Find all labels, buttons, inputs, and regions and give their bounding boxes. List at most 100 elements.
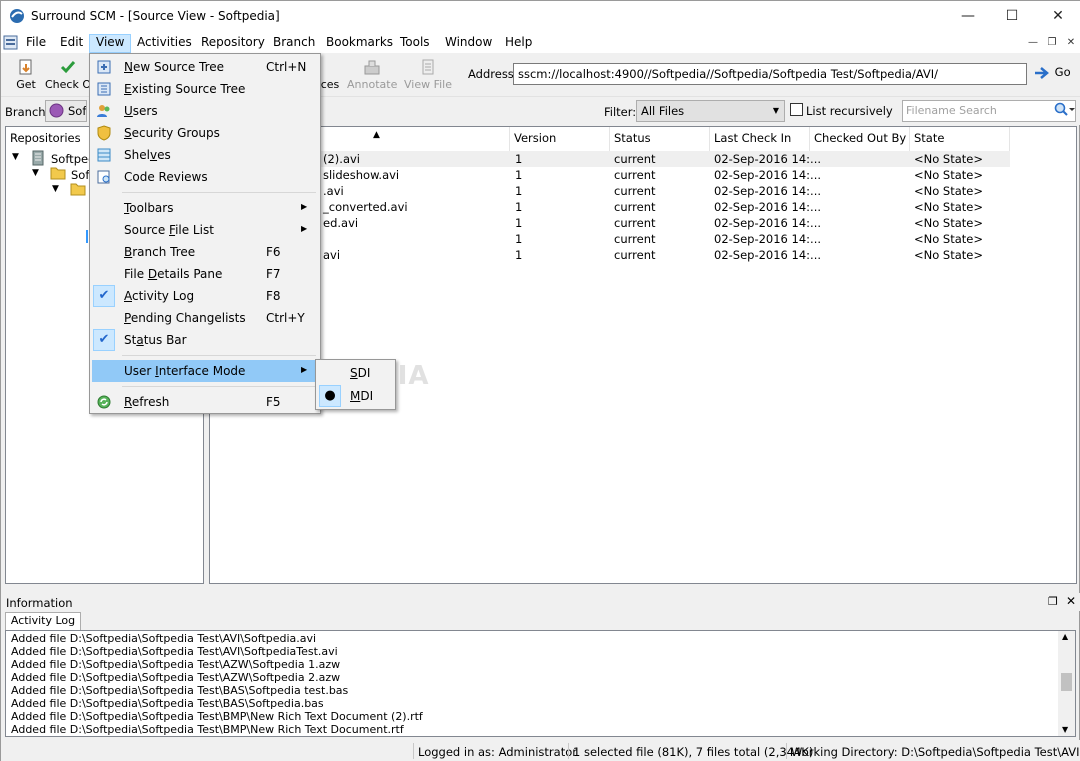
menu-activities[interactable]: Activities — [131, 34, 198, 53]
menu-separator — [122, 192, 316, 193]
filename-search-input[interactable]: Filename Search — [902, 100, 1076, 122]
menu-item-code-reviews[interactable]: Code Reviews — [92, 166, 318, 188]
menu-item-security-groups[interactable]: Security Groups — [92, 122, 318, 144]
menu-item-shelves[interactable]: Shelves — [92, 144, 318, 166]
menu-item-mdi[interactable]: ● MDI — [318, 385, 394, 407]
scrollbar-thumb[interactable] — [1061, 673, 1072, 691]
view-menu-dropdown: New Source Tree Ctrl+N Existing Source Tr… — [89, 53, 321, 414]
menu-separator — [122, 355, 316, 356]
address-input[interactable]: sscm://localhost:4900//Softpedia//Softpe… — [513, 63, 1027, 85]
chevron-down-icon: ▼ — [772, 106, 779, 115]
cell-state: <No State> — [914, 248, 984, 262]
scroll-up-icon[interactable]: ▲ — [1062, 632, 1068, 641]
scroll-down-icon[interactable]: ▼ — [1062, 725, 1068, 734]
menu-item-status-bar[interactable]: ✔ Status Bar — [92, 329, 318, 351]
menu-item-user-interface-mode[interactable]: User Interface Mode ▶ — [92, 360, 318, 382]
menu-item-refresh[interactable]: Refresh F5 — [92, 391, 318, 413]
get-button[interactable]: Get — [11, 56, 41, 94]
restore-pane-icon[interactable]: ❐ — [1048, 595, 1058, 608]
list-recursively-checkbox[interactable] — [790, 103, 803, 116]
menu-item-file-details-pane[interactable]: File Details Pane F7 — [92, 263, 318, 285]
menu-item-users[interactable]: Users — [92, 100, 318, 122]
branch-selector[interactable]: Soft — [45, 100, 87, 122]
table-row[interactable]: _converted.avi 1 current 02-Sep-2016 14:...… — [210, 199, 1010, 215]
menu-repository[interactable]: Repository — [195, 34, 271, 53]
expand-icon[interactable]: ▼ — [52, 184, 59, 194]
menu-bar: File Edit View Activities Repository Bra… — [1, 32, 1080, 53]
get-icon — [19, 59, 32, 75]
cell-status: current — [614, 200, 656, 214]
branch-icon — [49, 103, 64, 118]
menu-item-pending-changelists[interactable]: Pending Changelists Ctrl+Y — [92, 307, 318, 329]
view-file-icon — [422, 59, 434, 75]
file-list-pane: ▲ Version Status Last Check In Checked O… — [209, 126, 1077, 584]
menu-item-sdi[interactable]: SDI — [318, 362, 394, 384]
menu-tools[interactable]: Tools — [394, 34, 436, 53]
cell-state: <No State> — [914, 184, 984, 198]
menu-item-existing-source-tree[interactable]: Existing Source Tree — [92, 78, 318, 100]
column-header-state[interactable]: State — [910, 127, 1010, 151]
menu-window[interactable]: Window — [439, 34, 498, 53]
table-row[interactable]: slideshow.avi 1 current 02-Sep-2016 14:... <… — [210, 167, 1010, 183]
selection-marker — [86, 230, 88, 243]
column-header-last-check-in[interactable]: Last Check In — [710, 127, 810, 151]
menu-item-new-source-tree[interactable]: New Source Tree Ctrl+N — [92, 56, 318, 78]
mdi-document-icon[interactable] — [3, 35, 18, 50]
checkmark-icon: ✔ — [93, 285, 115, 307]
app-logo-icon — [10, 9, 24, 23]
column-header-version[interactable]: Version — [510, 127, 610, 151]
expand-icon[interactable]: ▼ — [32, 168, 39, 178]
list-recursively-label: List recursively — [806, 104, 893, 118]
menu-help[interactable]: Help — [499, 34, 538, 53]
cell-name: _converted.avi — [323, 200, 408, 214]
tab-activity-log[interactable]: Activity Log — [5, 612, 81, 630]
table-row[interactable]: ed.avi 1 current 02-Sep-2016 14:... <No Stat… — [210, 215, 1010, 231]
go-icon — [1035, 66, 1049, 79]
close-button[interactable]: ✕ — [1035, 1, 1080, 32]
title-bar: Surround SCM - [Source View - Softpedia]… — [1, 1, 1080, 32]
view-file-button[interactable]: View File — [403, 56, 453, 94]
table-row[interactable]: (2).avi 1 current 02-Sep-2016 14:... <No Sta… — [210, 151, 1010, 167]
maximize-button[interactable]: ☐ — [989, 1, 1035, 32]
annotate-button[interactable]: Annotate — [347, 56, 397, 94]
menu-item-source-file-list[interactable]: Source File List ▶ — [92, 219, 318, 241]
menu-branch[interactable]: Branch — [267, 34, 321, 53]
information-title: Information — [6, 596, 73, 610]
column-header-checked-out-by[interactable]: Checked Out By — [810, 127, 910, 151]
mdi-close-button[interactable]: ✕ — [1063, 35, 1079, 50]
log-scrollbar[interactable]: ▲ ▼ — [1058, 631, 1075, 736]
mdi-minimize-button[interactable]: — — [1025, 35, 1041, 50]
shelves-icon — [97, 148, 111, 162]
column-header-status[interactable]: Status — [610, 127, 710, 151]
submenu-arrow-icon: ▶ — [301, 202, 308, 211]
table-row[interactable]: .avi 1 current 02-Sep-2016 14:... <No State> — [210, 183, 1010, 199]
cell-last: 02-Sep-2016 14:... — [714, 248, 822, 262]
go-button[interactable]: Go — [1033, 65, 1071, 80]
menu-item-activity-log[interactable]: ✔ Activity Log F8 — [92, 285, 318, 307]
table-row[interactable]: 1 current 02-Sep-2016 14:... <No State> — [210, 231, 1010, 247]
code-reviews-icon — [97, 170, 110, 184]
cell-version: 1 — [515, 168, 523, 182]
menu-item-toolbars[interactable]: Toolbars ▶ — [92, 197, 318, 219]
status-selection: 1 selected file (81K), 7 files total (2,… — [573, 745, 814, 759]
table-row[interactable]: avi 1 current 02-Sep-2016 14:... <No State> — [210, 247, 1010, 263]
filter-dropdown[interactable]: All Files ▼ — [636, 100, 785, 122]
close-pane-icon[interactable]: ✕ — [1066, 594, 1076, 608]
cell-state: <No State> — [914, 152, 984, 166]
cell-version: 1 — [515, 200, 523, 214]
search-icon[interactable] — [1053, 102, 1075, 118]
expand-icon[interactable]: ▼ — [12, 152, 19, 162]
menu-edit[interactable]: Edit — [54, 34, 89, 53]
check-out-button[interactable]: Check O — [45, 56, 91, 94]
new-source-tree-icon — [97, 60, 111, 74]
tree-node-sof[interactable]: Sof — [71, 168, 89, 182]
menu-item-branch-tree[interactable]: Branch Tree F6 — [92, 241, 318, 263]
menu-view[interactable]: View — [89, 34, 132, 53]
cell-name: .avi — [323, 184, 344, 198]
differences-icon — [321, 58, 339, 76]
minimize-button[interactable]: — — [945, 1, 991, 32]
log-line: Added file D:\Softpedia\Softpedia Test\B… — [11, 723, 404, 736]
menu-file[interactable]: File — [20, 34, 52, 53]
menu-bookmarks[interactable]: Bookmarks — [320, 34, 399, 53]
mdi-restore-button[interactable]: ❐ — [1044, 35, 1060, 50]
